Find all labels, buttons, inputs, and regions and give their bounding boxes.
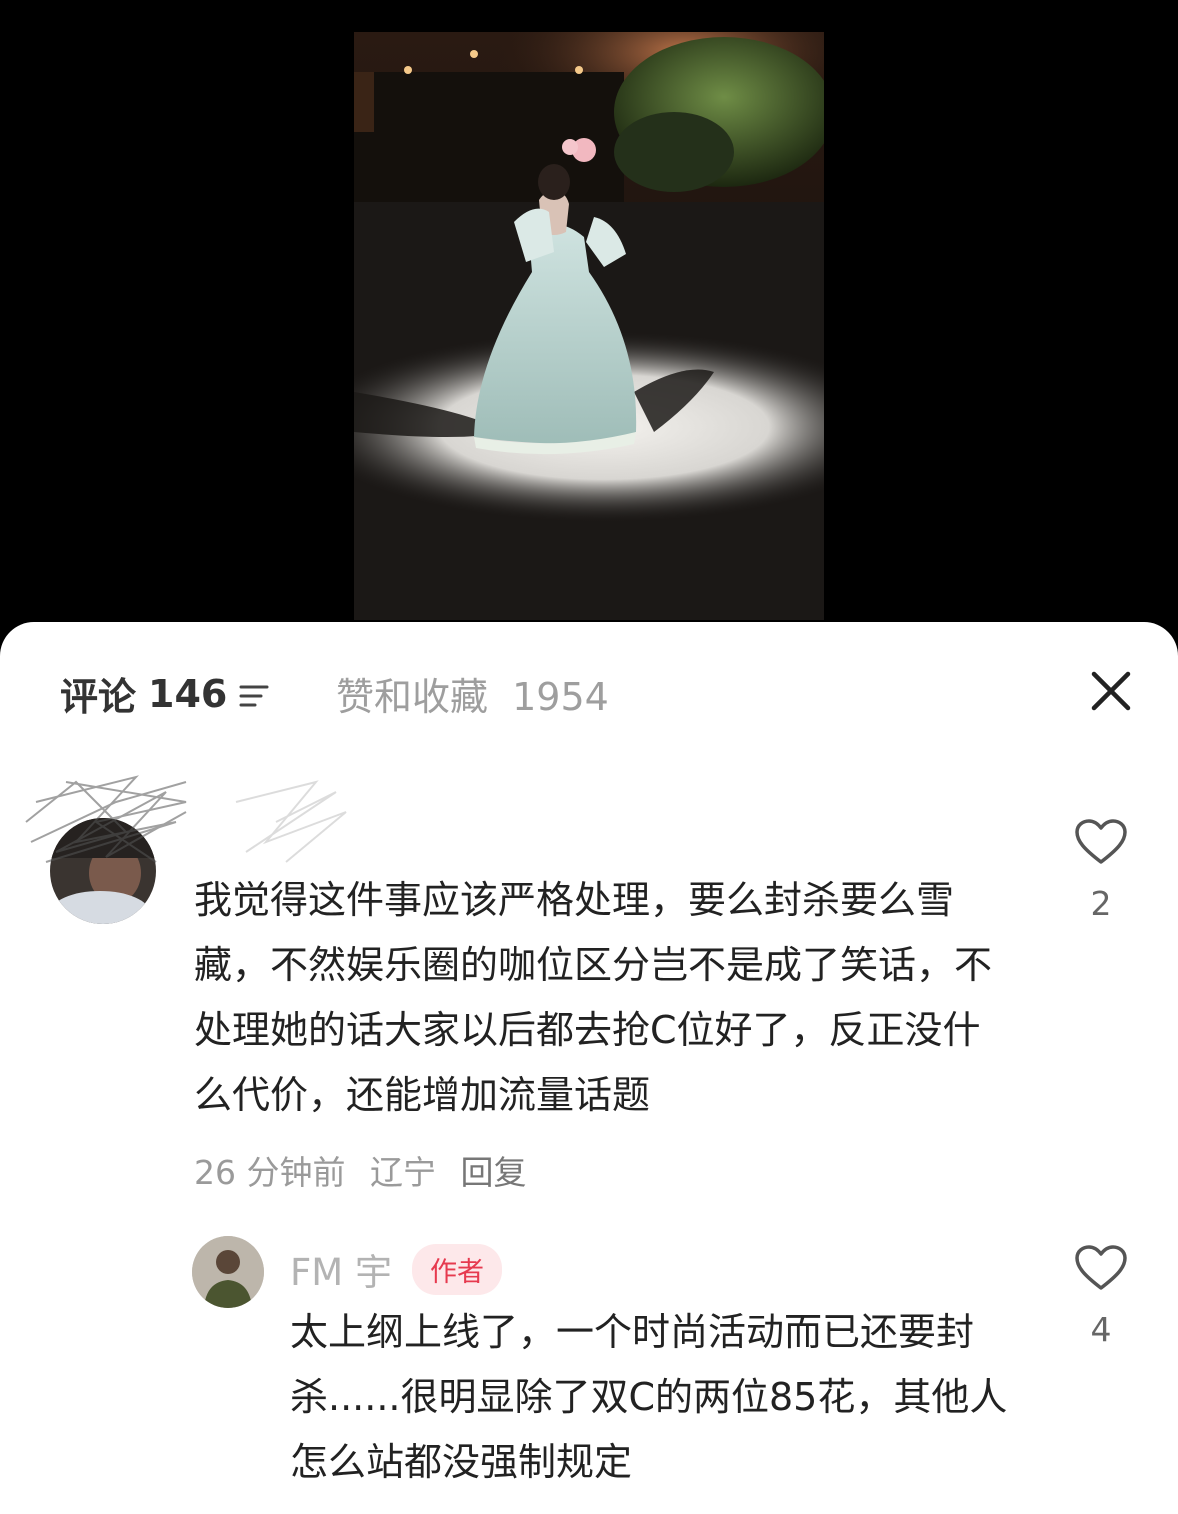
tab-likes-count: 1954 (512, 675, 609, 719)
reply-like: 4 (1071, 1244, 1131, 1349)
comment-location: 辽宁 (369, 1153, 436, 1192)
tab-likes-label: 赞和收藏 (336, 675, 489, 719)
heart-icon[interactable] (1074, 818, 1128, 866)
runway-photo-illustration (354, 32, 824, 620)
redaction-scribble (25, 775, 347, 863)
comment-like-count: 2 (1090, 884, 1112, 923)
sort-icon[interactable] (239, 682, 269, 710)
comments-sheet: 评论 146 赞和收藏 1954 我觉得这件事应该严格处理，要么封杀要么雪藏，不… (0, 622, 1178, 1514)
comment-time: 26 分钟前 (194, 1153, 346, 1192)
sheet-tabs: 评论 146 赞和收藏 1954 (0, 622, 1178, 762)
reply-body: 太上纲上线了，一个时尚活动而已还要封杀......很明显除了双C的两位85花，其… (290, 1310, 1008, 1484)
reply-avatar[interactable] (192, 1236, 264, 1308)
tab-comments[interactable]: 评论 146 (60, 666, 269, 721)
comment-like: 2 (1071, 818, 1131, 923)
comment-body: 我觉得这件事应该严格处理，要么封杀要么雪藏，不然娱乐圈的咖位区分岂不是成了笑话，… (194, 878, 993, 1117)
author-badge: 作者 (411, 1243, 502, 1295)
avatar-image (192, 1236, 264, 1308)
bottom-fade (0, 1482, 1178, 1514)
reply-username[interactable]: FM 宇 (290, 1242, 392, 1296)
heart-icon[interactable] (1074, 1244, 1128, 1292)
comment-meta: 26 分钟前 辽宁 回复 (194, 1146, 540, 1194)
media-viewer (0, 0, 1178, 640)
tab-likes-and-collections[interactable]: 赞和收藏 1954 (336, 666, 609, 721)
close-icon[interactable] (1088, 668, 1134, 714)
post-photo[interactable] (354, 32, 824, 620)
tab-comments-label: 评论 (60, 675, 137, 719)
reply-button[interactable]: 回复 (460, 1153, 526, 1192)
reply-header: FM 宇 作者 (290, 1242, 502, 1296)
reply-like-count: 4 (1090, 1310, 1112, 1349)
tab-comments-count: 146 (148, 671, 228, 716)
